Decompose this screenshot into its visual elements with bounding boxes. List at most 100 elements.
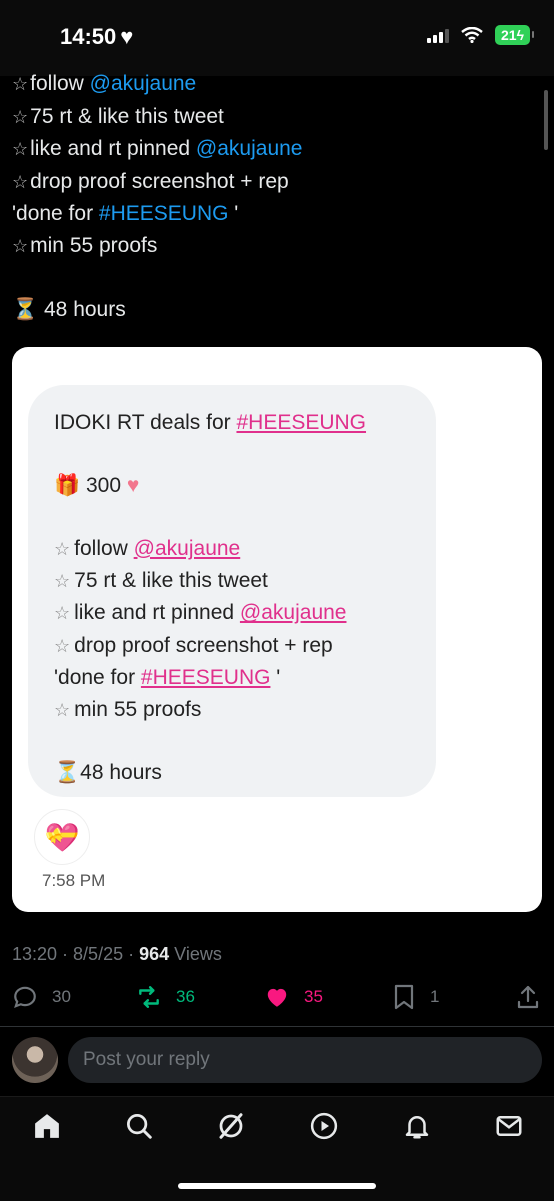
bubble-line-done-for: 'done for #HEESEUNG ' [54, 662, 436, 693]
bubble-line-pinned: ☆ like and rt pinned @akujaune [54, 597, 436, 629]
bubble-line-follow: ☆ follow @akujaune [54, 533, 436, 565]
reply-input[interactable]: Post your reply [68, 1037, 542, 1083]
retweet-button[interactable]: 36 [136, 984, 195, 1010]
bubble-line-min-proofs: ☆ min 55 proofs [54, 694, 436, 726]
nav-video[interactable] [309, 1111, 339, 1146]
star-icon: ☆ [12, 74, 29, 94]
bookmark-icon [394, 984, 414, 1010]
status-indicators: 21ϟ [427, 25, 534, 45]
tweet-line-text: 'done for [12, 202, 99, 225]
hashtag-link[interactable]: #HEESEUNG [99, 202, 229, 225]
bubble-line-proof: ☆ drop proof screenshot + rep [54, 630, 436, 662]
bubble-line-text: 'done for [54, 666, 141, 690]
nav-home[interactable] [32, 1111, 62, 1146]
tweet-line-done-for: 'done for #HEESEUNG ' [12, 198, 532, 230]
scrollbar[interactable] [544, 90, 548, 150]
tweet-line-pinned: ☆like and rt pinned @akujaune [12, 133, 532, 166]
divider [0, 1026, 554, 1027]
grok-icon [219, 1113, 243, 1139]
bookmark-button[interactable]: 1 [392, 984, 439, 1010]
share-button[interactable] [516, 984, 540, 1010]
tweet-timestamp: 13:20 · 8/5/25 · [12, 944, 140, 964]
mention-link[interactable]: @akujaune [90, 72, 197, 95]
nav-messages[interactable] [494, 1111, 524, 1146]
notifications-icon [405, 1116, 429, 1139]
bubble-line-text: min 55 proofs [74, 697, 202, 721]
pink-heart-icon: ♥ [126, 473, 140, 497]
user-avatar[interactable] [12, 1037, 58, 1083]
tweet-line-text: min 55 proofs [30, 233, 158, 257]
star-icon: ☆ [12, 139, 29, 159]
star-icon: ☆ [54, 571, 71, 592]
status-time: 14:50 [60, 24, 117, 49]
tweet-meta: 13:20 · 8/5/25 · 964 Views [12, 944, 222, 965]
video-icon [310, 1112, 338, 1140]
home-indicator[interactable] [178, 1183, 376, 1189]
chat-bubble: IDOKI RT deals for #HEESEUNG 🎁 300 ♥ ☆ fo… [28, 385, 436, 797]
like-button[interactable]: 35 [264, 984, 323, 1010]
nav-grok[interactable] [216, 1111, 246, 1146]
retweet-icon [139, 986, 159, 1008]
tweet-actions: 30 36 35 1 [0, 984, 554, 1018]
tweet-line-rt: ☆75 rt & like this tweet [12, 101, 532, 134]
star-icon: ☆ [54, 635, 71, 656]
wifi-icon [461, 27, 483, 43]
reply-count: 30 [52, 987, 71, 1006]
retweet-count: 36 [176, 987, 195, 1006]
tweet-line-follow: ☆follow @akujaune [12, 68, 532, 101]
tweet-media-image[interactable]: IDOKI RT deals for #HEESEUNG 🎁 300 ♥ ☆ fo… [12, 347, 542, 912]
bookmark-count: 1 [430, 987, 440, 1006]
tweet-line-text: like and rt pinned [30, 137, 196, 160]
bubble-title-text: IDOKI RT deals for [54, 411, 237, 434]
tweet-line-proof: ☆drop proof screenshot + rep [12, 166, 532, 199]
tweet-body: ☆follow @akujaune ☆75 rt & like this twe… [12, 68, 532, 325]
star-icon: ☆ [54, 603, 71, 624]
star-icon: ☆ [12, 106, 29, 127]
star-icon: ☆ [54, 699, 71, 720]
tweet-line-duration: ⏳ 48 hours [12, 294, 532, 326]
reply-icon [14, 986, 36, 1009]
reply-button[interactable]: 30 [12, 984, 71, 1010]
tweet-duration: 48 hours [44, 297, 126, 321]
tweet-line-text: drop proof screenshot + rep [30, 169, 289, 193]
status-time-group: 14:50 ♥ [60, 24, 133, 50]
bubble-line-text: like and rt pinned [74, 601, 240, 625]
bubble-duration: ⏳48 hours [54, 757, 436, 788]
battery-level: 21 [501, 27, 517, 43]
bubble-mention: @akujaune [133, 536, 241, 560]
nav-notifications[interactable] [402, 1111, 432, 1146]
mention-link[interactable]: @akujaune [196, 137, 303, 160]
search-icon [127, 1114, 152, 1139]
bubble-line-text: 75 rt & like this tweet [74, 569, 268, 593]
nav-search[interactable] [124, 1111, 154, 1146]
tweet-line-text: 75 rt & like this tweet [30, 104, 224, 128]
battery-indicator: 21ϟ [495, 25, 534, 45]
cellular-signal-icon [427, 27, 449, 43]
bubble-line-text: follow [74, 536, 134, 560]
messages-icon [496, 1116, 522, 1136]
tweet-line-text: follow [30, 72, 90, 95]
like-count: 35 [304, 987, 323, 1006]
bubble-line-text: drop proof screenshot + rep [74, 633, 333, 657]
star-icon: ☆ [54, 538, 71, 559]
prize-count: 300 [86, 473, 122, 497]
views-count: 964 [139, 944, 170, 964]
hourglass-icon: ⏳ [54, 761, 81, 785]
tweet-line-min-proofs: ☆min 55 proofs [12, 230, 532, 263]
message-timestamp: 7:58 PM [42, 871, 106, 890]
bubble-line-text: ' [276, 666, 281, 690]
home-icon [35, 1114, 59, 1138]
bubble-hashtag: #HEESEUNG [236, 411, 367, 434]
heart-filled-icon [267, 988, 287, 1007]
share-icon [517, 985, 539, 1009]
status-bar: 14:50 ♥ 21ϟ [0, 0, 554, 76]
bubble-blank [54, 501, 436, 532]
views-label: Views [169, 944, 222, 964]
bubble-blank [54, 726, 436, 757]
heart-reaction-icon: 💝 [34, 809, 90, 865]
tweet-line-text: ' [228, 202, 239, 225]
bubble-duration-text: 48 hours [80, 761, 162, 785]
star-icon: ☆ [12, 171, 29, 192]
charging-icon: ϟ [516, 27, 524, 43]
